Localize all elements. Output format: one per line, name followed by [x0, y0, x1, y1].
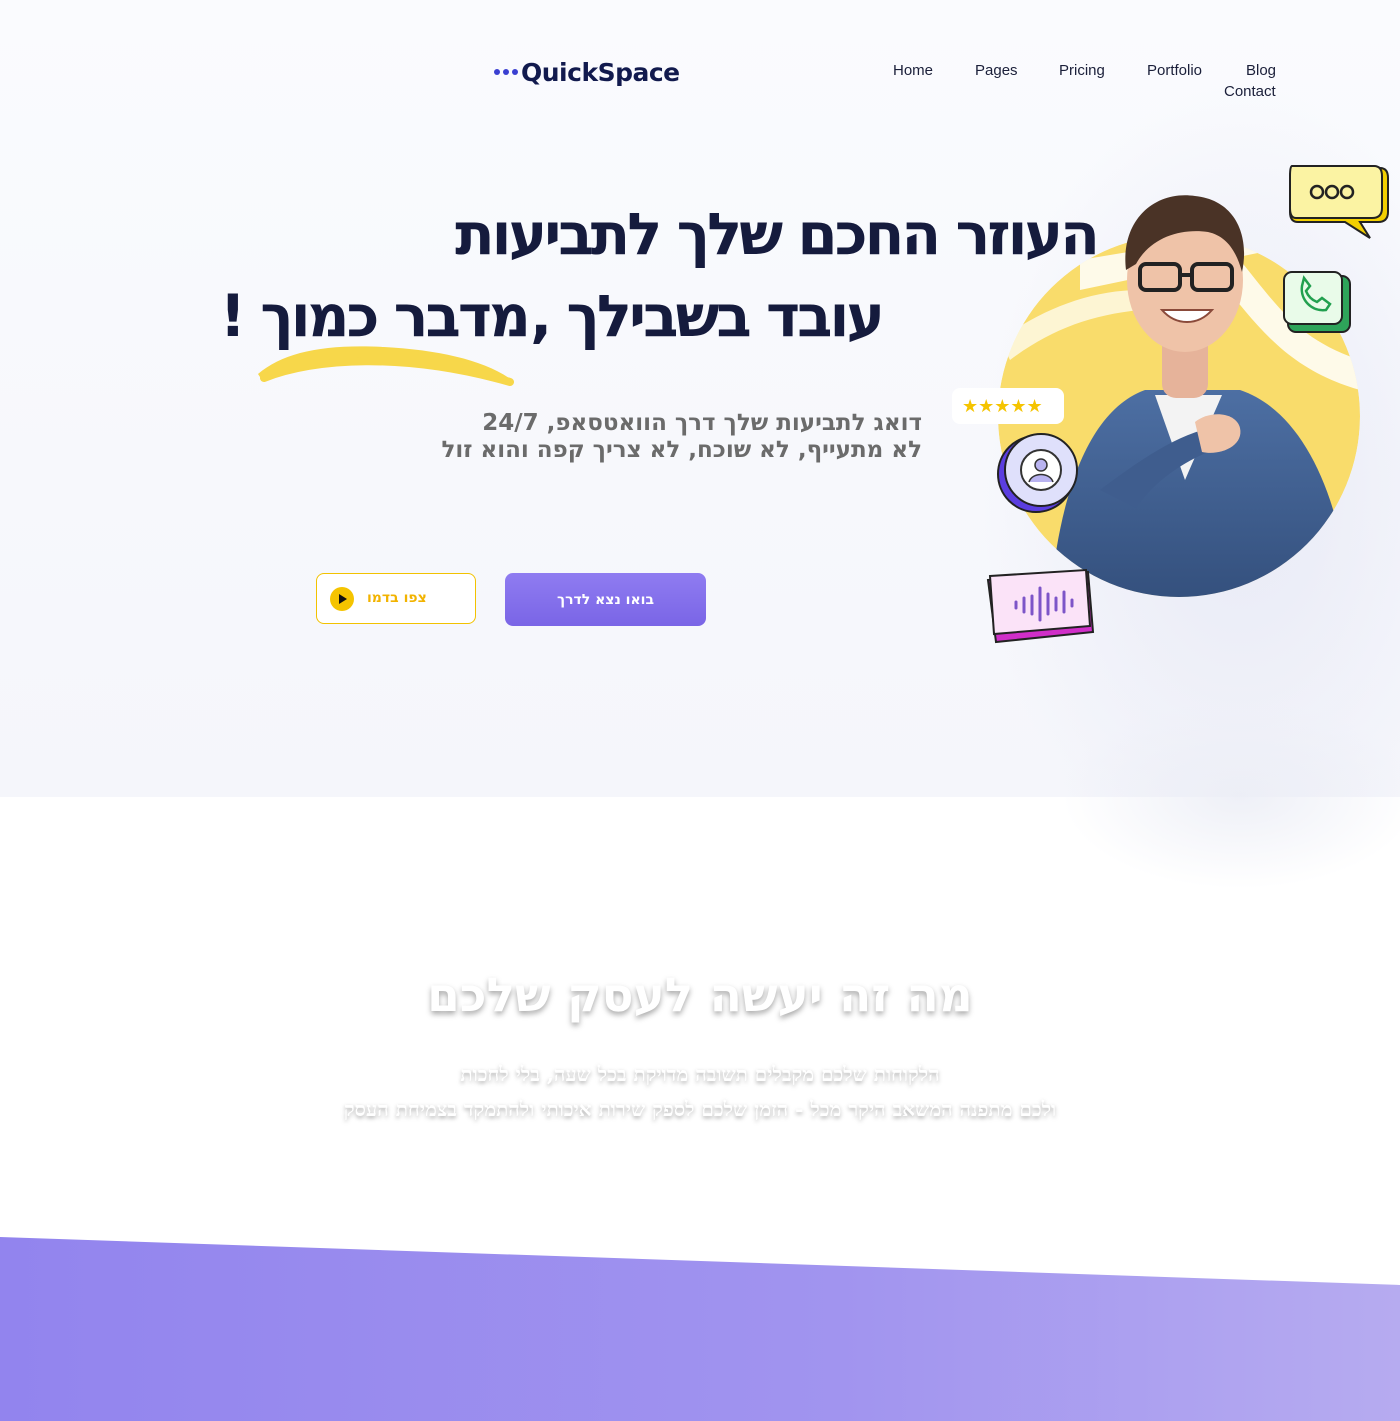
nav-item-pages[interactable]: Pages [975, 62, 1018, 79]
phone-call-icon [1283, 271, 1351, 333]
features-title: מה זה יעשה לעסק שלכם [427, 968, 973, 1023]
logo-dots-icon [494, 69, 518, 75]
background-glow [1060, 700, 1400, 890]
brand-logo[interactable]: QuickSpace [494, 55, 680, 89]
star-icons: ★★★★★ [962, 396, 1043, 417]
nav-item-blog[interactable]: Blog [1246, 62, 1276, 79]
hero-subtitle: דואג לתביעות שלך דרך הוואטסאפ, 24/7 לא מ… [441, 410, 922, 464]
hero-subtitle-line2: לא מתעייף, לא שוכח, לא צריך קפה והוא זול [441, 437, 922, 463]
hero-section: QuickSpace Home Pages Pricing Portfolio … [0, 0, 1400, 797]
play-icon [330, 587, 354, 611]
nav-item-home[interactable]: Home [893, 62, 933, 79]
nav-item-portfolio[interactable]: Portfolio [1147, 62, 1202, 79]
watch-demo-label: צפו בדמו [367, 590, 427, 606]
nav-item-pricing[interactable]: Pricing [1059, 62, 1105, 79]
hero-illustration: ★★★★★ [952, 165, 1389, 644]
purple-wave-band [0, 1237, 1400, 1421]
get-started-button[interactable]: בואו נצא לדרך [505, 573, 706, 626]
features-text-line1: הלקוחות שלכם מקבלים תשובה מדויקת בכל שעה… [460, 1062, 940, 1086]
features-text-line2: ולכם מתפנה המשאב היקר מכל - הזמן שלכם לס… [343, 1097, 1057, 1121]
watch-demo-button[interactable]: צפו בדמו [316, 573, 476, 624]
brand-name: QuickSpace [521, 57, 680, 87]
yellow-brush-underline [258, 346, 514, 386]
hero-headline-line2a: עובד בשבילך , [530, 282, 885, 350]
nav-item-contact[interactable]: Contact [1224, 83, 1276, 100]
chat-bubble-icon [1289, 165, 1389, 239]
audio-wave-icon [986, 568, 1095, 644]
rating-card: ★★★★★ [952, 388, 1064, 424]
hero-subtitle-line1: דואג לתביעות שלך דרך הוואטסאפ, 24/7 [482, 410, 922, 436]
